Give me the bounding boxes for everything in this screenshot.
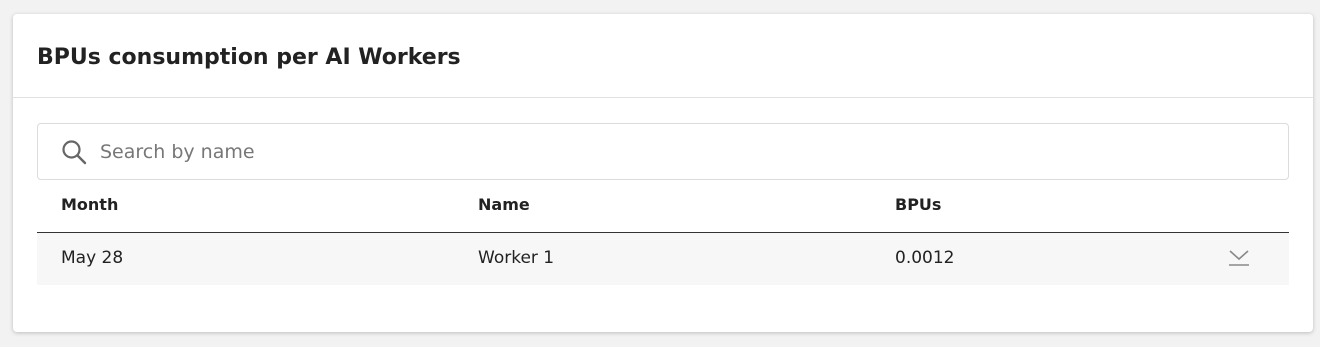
search-box[interactable]: [37, 123, 1289, 180]
cell-bpus: 0.0012: [895, 248, 955, 268]
cell-name: Worker 1: [478, 248, 555, 268]
search-input[interactable]: [100, 124, 1250, 179]
card-header: BPUs consumption per AI Workers: [13, 14, 1313, 98]
column-header-name[interactable]: Name: [478, 195, 530, 214]
search-icon: [62, 140, 87, 165]
column-header-month[interactable]: Month: [61, 195, 118, 214]
download-icon[interactable]: [1227, 247, 1251, 269]
column-header-bpus[interactable]: BPUs: [895, 195, 941, 214]
table-row[interactable]: May 28 Worker 1 0.0012: [37, 233, 1289, 285]
table-header: Month Name BPUs: [37, 180, 1289, 233]
bpus-consumption-card: BPUs consumption per AI Workers Month Na…: [13, 14, 1313, 332]
cell-month: May 28: [61, 248, 124, 268]
card-title: BPUs consumption per AI Workers: [37, 45, 461, 70]
